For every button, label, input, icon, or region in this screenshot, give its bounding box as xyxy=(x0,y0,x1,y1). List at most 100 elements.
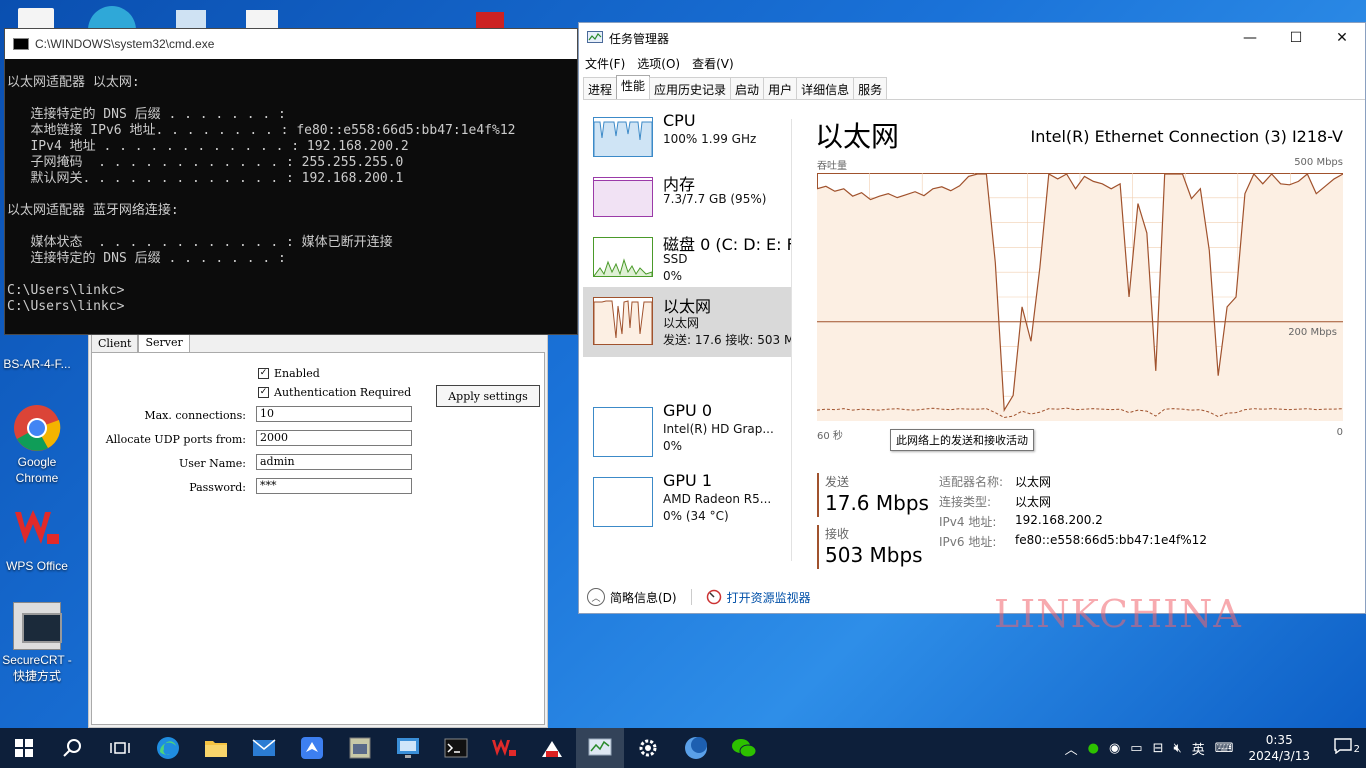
keyboard-icon[interactable]: ⌨ xyxy=(1210,741,1239,756)
taskbar-cmd[interactable] xyxy=(432,728,480,768)
taskbar-task-manager[interactable] xyxy=(576,728,624,768)
proxy-tabs: Client Server xyxy=(91,331,190,353)
sidebar-gpu1-sub: AMD Radeon R5... xyxy=(663,492,772,506)
desktop-icon-label: Google Chrome xyxy=(15,455,59,485)
enabled-label: Enabled xyxy=(274,367,320,380)
tab-users[interactable]: 用户 xyxy=(763,77,798,99)
sidebar-item-memory[interactable]: 内存 7.3/7.7 GB (95%) xyxy=(583,167,791,235)
cmd-line: 本地链接 IPv6 地址. . . . . . . . : fe80::e558… xyxy=(7,123,516,138)
taskbar-securecrt[interactable] xyxy=(528,728,576,768)
sidebar-item-cpu[interactable]: CPU 100% 1.99 GHz xyxy=(583,107,791,175)
search-button[interactable] xyxy=(48,728,96,768)
taskbar-blue-app[interactable] xyxy=(672,728,720,768)
tab-client[interactable]: Client xyxy=(91,333,139,353)
apply-settings-button[interactable]: Apply settings xyxy=(436,385,540,407)
gear-icon xyxy=(639,739,657,757)
start-button[interactable] xyxy=(0,728,48,768)
sidebar-item-disk[interactable]: 磁盘 0 (C: D: E: F: SSD 0% xyxy=(583,227,791,295)
proxy-settings-window: Client Server ✓ Enabled ✓ Authentication… xyxy=(88,330,548,728)
network-icon[interactable]: ⊟ xyxy=(1148,741,1169,756)
notification-button[interactable]: 2 xyxy=(1320,738,1366,758)
cmd-line xyxy=(7,59,575,75)
moon-app-icon xyxy=(685,737,707,759)
tab-startup[interactable]: 启动 xyxy=(730,77,765,99)
desktop-icon-edge[interactable] xyxy=(88,6,136,30)
cmd-window[interactable]: C:\WINDOWS\system32\cmd.exe 以太网适配器 以太网: … xyxy=(4,28,578,335)
sidebar-item-ethernet[interactable]: 以太网 以太网 发送: 17.6 接收: 503 M xyxy=(583,287,791,357)
desktop-icon-wps[interactable]: WPS Office xyxy=(0,508,74,574)
sidebar-gpu1-name: GPU 1 xyxy=(663,471,713,490)
info-key-adapter: 适配器名称: xyxy=(939,475,1004,489)
udp-ports-input[interactable]: 2000 xyxy=(256,430,412,446)
memory-thumbnail xyxy=(593,177,653,217)
minimize-icon[interactable]: — xyxy=(1227,23,1273,53)
taskbar-mail[interactable] xyxy=(240,728,288,768)
taskbar-remote-desktop[interactable] xyxy=(384,728,432,768)
clock-date: 2024/3/13 xyxy=(1248,749,1310,763)
menu-file[interactable]: 文件(F) xyxy=(585,55,625,72)
tab-services[interactable]: 服务 xyxy=(853,77,888,99)
display-icon[interactable]: ▭ xyxy=(1125,741,1147,756)
password-input[interactable]: *** xyxy=(256,478,412,494)
chevron-up-icon[interactable]: ︿ xyxy=(1060,739,1083,758)
tab-performance[interactable]: 性能 xyxy=(616,75,651,99)
auth-required-checkbox[interactable]: ✓ Authentication Required xyxy=(258,386,411,399)
adapter-device-name: Intel(R) Ethernet Connection (3) I218-V xyxy=(1030,127,1343,146)
cmd-line: 子网掩码 . . . . . . . . . . . . : 255.255.2… xyxy=(7,155,404,170)
taskbar-file-explorer[interactable] xyxy=(192,728,240,768)
desktop-icon-securecrt[interactable]: SecureCRT - 快捷方式 xyxy=(0,602,74,684)
resource-monitor-label: 打开资源监视器 xyxy=(726,590,811,605)
menu-options[interactable]: 选项(O) xyxy=(637,55,680,72)
desktop-icon-bs[interactable]: BS-AR-4-F... xyxy=(0,330,74,372)
sidebar-item-gpu0[interactable]: GPU 0 Intel(R) HD Grap... 0% xyxy=(583,397,791,465)
cmd-titlebar[interactable]: C:\WINDOWS\system32\cmd.exe xyxy=(5,29,577,59)
sidebar-cpu-name: CPU xyxy=(663,111,696,130)
wechat-tray-icon[interactable]: ● xyxy=(1083,741,1104,756)
tab-app-history[interactable]: 应用历史记录 xyxy=(649,77,732,99)
desktop-icon-file-1[interactable] xyxy=(18,8,54,30)
tab-processes[interactable]: 进程 xyxy=(583,77,618,99)
enabled-checkbox[interactable]: ✓ Enabled xyxy=(258,367,320,380)
close-icon[interactable]: ✕ xyxy=(1319,23,1365,53)
gpu1-thumbnail xyxy=(593,477,653,527)
tab-details[interactable]: 详细信息 xyxy=(796,77,855,99)
menu-view[interactable]: 查看(V) xyxy=(692,55,734,72)
taskbar-edge[interactable] xyxy=(144,728,192,768)
volume-muted-icon[interactable]: 🔇︎ xyxy=(1168,741,1186,756)
desktop-icon-chrome[interactable]: Google Chrome xyxy=(0,404,74,486)
ime-indicator[interactable]: 英 xyxy=(1187,739,1210,758)
ethernet-detail-panel: 以太网 Intel(R) Ethernet Connection (3) I21… xyxy=(793,107,1365,577)
taskbar-settings[interactable] xyxy=(624,728,672,768)
sidebar-cpu-sub: 100% 1.99 GHz xyxy=(663,132,757,146)
notification-icon xyxy=(1334,738,1352,755)
remote-desktop-icon xyxy=(397,738,419,758)
throughput-graph[interactable] xyxy=(817,173,1343,421)
check-icon: ✓ xyxy=(258,368,269,379)
desktop-icon-file-2[interactable] xyxy=(176,10,206,30)
user-name-input[interactable]: admin xyxy=(256,454,412,470)
max-connections-input[interactable]: 10 xyxy=(256,406,412,422)
graph-tooltip: 此网络上的发送和接收活动 xyxy=(890,429,1034,451)
mail-icon xyxy=(252,739,276,756)
cmd-line xyxy=(7,267,575,283)
cmd-output[interactable]: 以太网适配器 以太网: 连接特定的 DNS 后缀 . . . . . . . :… xyxy=(5,59,577,315)
taskbar-wps[interactable] xyxy=(480,728,528,768)
taskbar-clock[interactable]: 0:35 2024/3/13 xyxy=(1238,732,1320,764)
taskbar-wechat[interactable] xyxy=(720,728,768,768)
cmd-line xyxy=(7,91,575,107)
send-label: 发送 xyxy=(825,475,850,489)
sidebar-item-gpu1[interactable]: GPU 1 AMD Radeon R5... 0% (34 °C) xyxy=(583,467,791,535)
task-view-button[interactable] xyxy=(96,728,144,768)
feishu-tray-icon[interactable]: ◉ xyxy=(1104,741,1125,756)
info-key-ipv4: IPv4 地址: xyxy=(939,515,997,529)
info-key-conn-type: 连接类型: xyxy=(939,495,992,509)
desktop-icon-file-3[interactable] xyxy=(246,10,278,30)
maximize-icon[interactable]: ☐ xyxy=(1273,23,1319,53)
taskbar-proxy-tool[interactable] xyxy=(336,728,384,768)
receive-indicator xyxy=(817,525,819,569)
open-resource-monitor-link[interactable]: 打开资源监视器 xyxy=(706,589,811,606)
notification-count: 2 xyxy=(1353,744,1360,755)
taskbar-feishu[interactable] xyxy=(288,728,336,768)
cmd-icon xyxy=(13,38,29,50)
fewer-details-button[interactable]: ︿ 简略信息(D) xyxy=(587,588,677,606)
